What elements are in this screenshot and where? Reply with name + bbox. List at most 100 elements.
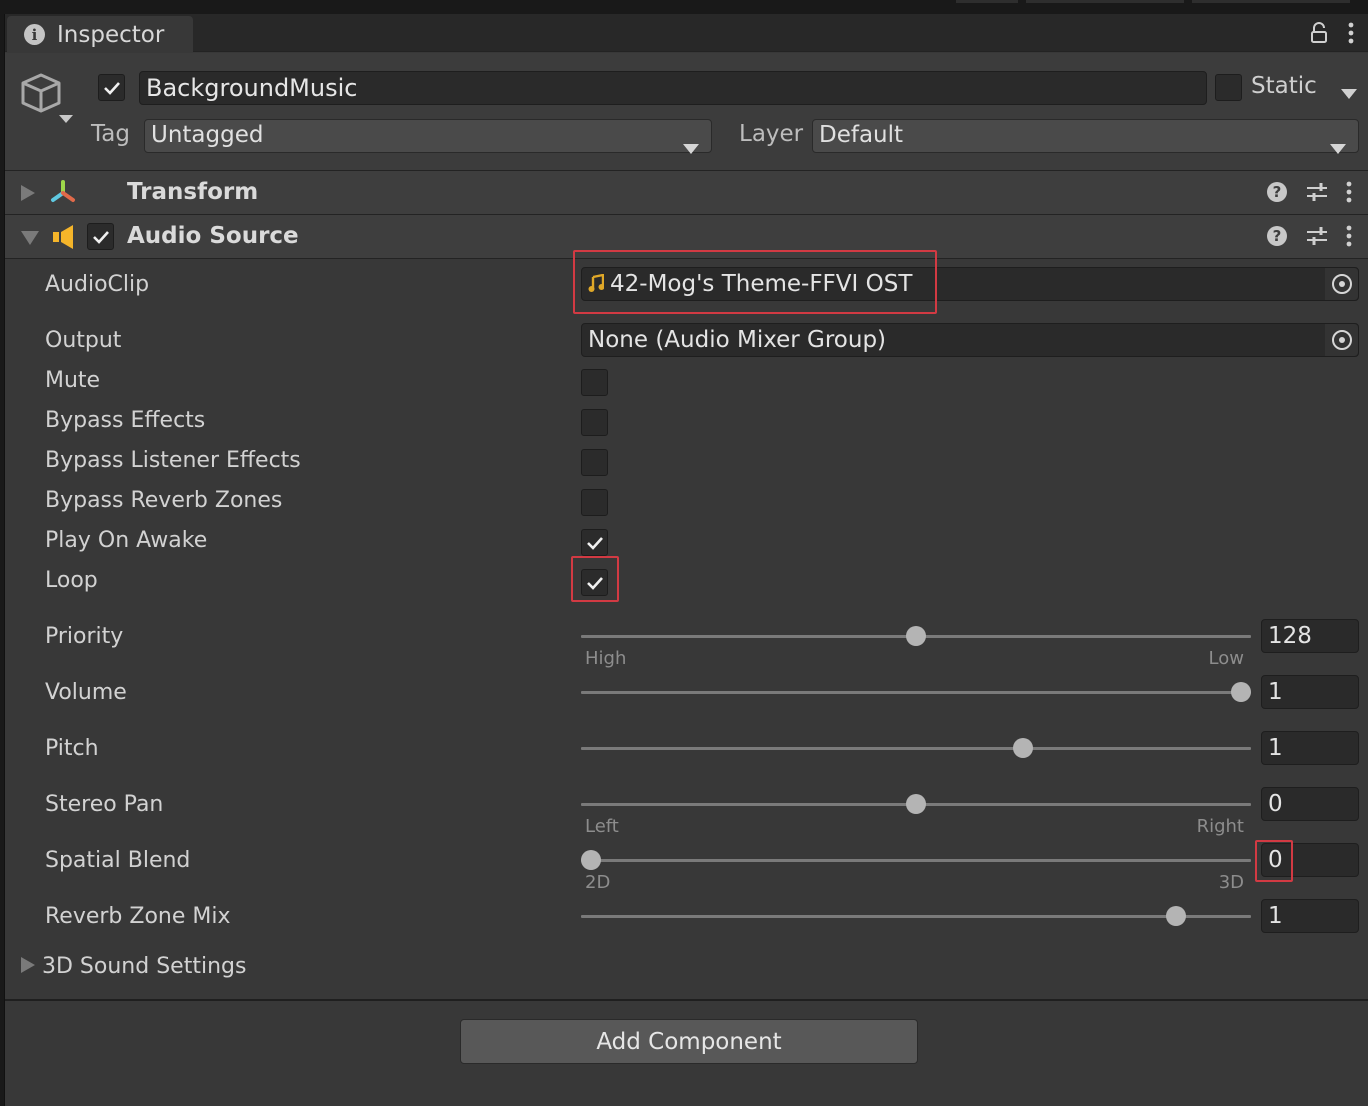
play-on-awake-label: Play On Awake	[45, 528, 208, 553]
loop-checkbox[interactable]	[581, 569, 608, 596]
slider-track[interactable]	[581, 691, 1251, 694]
bypass-reverb-zones-label: Bypass Reverb Zones	[45, 488, 283, 513]
gameobject-name-input[interactable]: BackgroundMusic	[139, 71, 1207, 105]
volume-slider[interactable]	[581, 682, 1251, 702]
slider-track[interactable]	[581, 747, 1251, 750]
play-on-awake-checkbox[interactable]	[581, 529, 608, 556]
slider-handle[interactable]	[581, 850, 601, 870]
add-component-button[interactable]: Add Component	[460, 1019, 918, 1064]
toolbar-segment	[1192, 0, 1350, 3]
pitch-value-input[interactable]: 1	[1261, 731, 1359, 765]
foldout-arrow-right-icon[interactable]	[21, 185, 35, 205]
audio-source-icon	[52, 224, 76, 254]
presets-icon[interactable]	[1306, 226, 1328, 250]
transform-icon	[49, 179, 77, 211]
slider-track[interactable]	[581, 915, 1251, 918]
object-picker-icon[interactable]	[1324, 324, 1358, 356]
audioclip-value: 42-Mog's Theme-FFVI OST	[610, 271, 913, 297]
top-strip	[0, 0, 1368, 14]
volume-value-input[interactable]: 1	[1261, 675, 1359, 709]
spatial-blend-min-caption: 2D	[585, 872, 611, 893]
stereo-pan-label: Stereo Pan	[45, 792, 164, 817]
priority-value-input[interactable]: 128	[1261, 619, 1359, 653]
3d-sound-settings-label: 3D Sound Settings	[42, 954, 247, 979]
spatial-blend-slider[interactable]	[581, 850, 1251, 870]
audio-source-component-header[interactable]: Audio Source ?	[5, 215, 1368, 259]
tab-inspector[interactable]: i Inspector	[7, 16, 193, 53]
transform-title: Transform	[127, 179, 259, 205]
object-picker-icon[interactable]	[1324, 268, 1358, 300]
transform-component-header[interactable]: Transform ?	[5, 171, 1368, 215]
static-dropdown-arrow-icon[interactable]	[1341, 84, 1357, 103]
spatial-blend-value-input[interactable]: 0	[1261, 843, 1359, 877]
layer-value: Default	[819, 122, 904, 148]
static-label: Static	[1251, 73, 1317, 99]
tag-dropdown[interactable]: Untagged	[144, 119, 712, 154]
output-field[interactable]: None (Audio Mixer Group)	[581, 323, 1359, 357]
svg-text:?: ?	[1273, 227, 1282, 245]
checkmark-icon	[586, 536, 603, 550]
mute-label: Mute	[45, 368, 101, 393]
chevron-down-icon	[1330, 132, 1346, 163]
checkmark-icon	[586, 576, 603, 590]
priority-max-caption: Low	[1208, 648, 1244, 669]
priority-slider[interactable]	[581, 626, 1251, 646]
slider-handle[interactable]	[1231, 682, 1251, 702]
audio-source-enabled-checkbox[interactable]	[87, 223, 114, 250]
kebab-menu-icon[interactable]	[1346, 181, 1352, 207]
reverb-zone-mix-slider[interactable]	[581, 906, 1251, 926]
lock-icon[interactable]	[1310, 22, 1328, 48]
audioclip-label: AudioClip	[45, 272, 150, 297]
pitch-label: Pitch	[45, 736, 99, 761]
priority-label: Priority	[45, 624, 124, 649]
audio-source-title: Audio Source	[127, 223, 299, 249]
kebab-menu-icon[interactable]	[1346, 225, 1352, 251]
output-value: None (Audio Mixer Group)	[588, 327, 887, 353]
slider-handle[interactable]	[906, 626, 926, 646]
stereo-pan-value-input[interactable]: 0	[1261, 787, 1359, 821]
presets-icon[interactable]	[1306, 182, 1328, 206]
tab-bar: i Inspector	[5, 14, 1368, 53]
pitch-slider[interactable]	[581, 738, 1251, 758]
bypass-effects-checkbox[interactable]	[581, 409, 608, 436]
stereo-pan-slider[interactable]	[581, 794, 1251, 814]
slider-handle[interactable]	[1166, 906, 1186, 926]
slider-handle[interactable]	[1013, 738, 1034, 758]
bypass-reverb-zones-checkbox[interactable]	[581, 489, 608, 516]
stereo-pan-max-caption: Right	[1196, 816, 1244, 837]
reverb-zone-mix-label: Reverb Zone Mix	[45, 904, 231, 929]
slider-handle[interactable]	[906, 794, 926, 814]
gameobject-header: BackgroundMusic Static Tag Untagged Laye…	[5, 53, 1368, 171]
bypass-effects-label: Bypass Effects	[45, 408, 206, 433]
static-checkbox[interactable]	[1215, 74, 1242, 101]
audioclip-field[interactable]: 42-Mog's Theme-FFVI OST	[581, 267, 1359, 301]
loop-label: Loop	[45, 568, 98, 593]
bypass-listener-effects-checkbox[interactable]	[581, 449, 608, 476]
spatial-blend-label: Spatial Blend	[45, 848, 191, 873]
help-icon[interactable]: ?	[1266, 181, 1288, 207]
volume-label: Volume	[45, 680, 127, 705]
gameobject-active-checkbox[interactable]	[98, 74, 125, 101]
gameobject-cube-icon[interactable]	[19, 71, 81, 135]
mute-checkbox[interactable]	[581, 369, 608, 396]
kebab-menu-icon[interactable]	[1348, 22, 1354, 48]
output-label: Output	[45, 328, 122, 353]
slider-track[interactable]	[581, 859, 1251, 862]
help-icon[interactable]: ?	[1266, 225, 1288, 251]
3d-sound-settings-foldout[interactable]: 3D Sound Settings	[21, 954, 246, 979]
chevron-down-icon	[683, 132, 699, 163]
spatial-blend-max-caption: 3D	[1218, 872, 1244, 893]
reverb-zone-mix-value-input[interactable]: 1	[1261, 899, 1359, 933]
info-icon: i	[24, 24, 45, 45]
bypass-listener-effects-label: Bypass Listener Effects	[45, 448, 301, 473]
music-note-icon	[588, 269, 605, 301]
svg-text:?: ?	[1273, 183, 1282, 201]
layer-dropdown[interactable]: Default	[812, 119, 1359, 154]
tag-value: Untagged	[151, 122, 264, 148]
divider	[5, 999, 1368, 1001]
inspector-window: i Inspector BackgroundMusic Static Tag U…	[4, 14, 1368, 1106]
foldout-arrow-right-icon[interactable]	[21, 956, 35, 977]
layer-label: Layer	[739, 121, 804, 147]
toolbar-segment	[956, 0, 1018, 3]
foldout-arrow-down-icon[interactable]	[21, 230, 39, 249]
